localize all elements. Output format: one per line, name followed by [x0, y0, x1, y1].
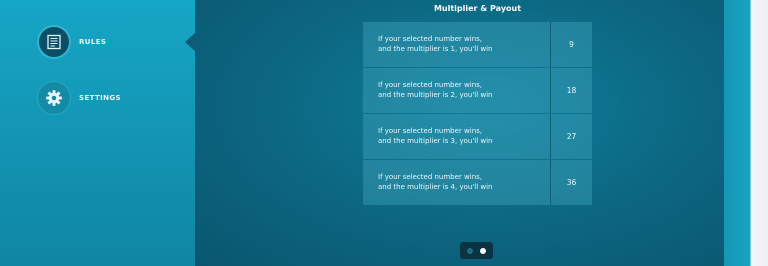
payout-value: 18 [566, 86, 577, 95]
description-line: and the multiplier is 1, you'll win [378, 44, 493, 53]
page-dot-1[interactable] [467, 247, 473, 254]
rules-document-icon [37, 25, 71, 59]
row-description: If your selected number wins, and the mu… [363, 160, 551, 205]
table-row: If your selected number wins, and the mu… [363, 22, 592, 67]
description-line: If your selected number wins, [378, 35, 483, 43]
sidebar: RULES SETTINGS [0, 0, 195, 266]
gear-icon [37, 81, 71, 115]
page-dot-2[interactable] [480, 247, 486, 254]
sidebar-item-rules[interactable]: RULES [37, 25, 106, 59]
description-line: and the multiplier is 2, you'll win [378, 90, 493, 99]
description-line: If your selected number wins, [378, 127, 483, 135]
description-line: and the multiplier is 3, you'll win [378, 136, 493, 145]
selection-pointer [185, 33, 195, 51]
table-row: If your selected number wins, and the mu… [363, 114, 592, 159]
row-description: If your selected number wins, and the mu… [363, 22, 551, 67]
payout-value: 36 [566, 178, 577, 187]
row-description: If your selected number wins, and the mu… [363, 68, 551, 113]
page-title: Multiplier & Payout [433, 4, 522, 13]
table-row: If your selected number wins, and the mu… [363, 160, 592, 205]
payout-value: 27 [566, 132, 577, 141]
table-row: If your selected number wins, and the mu… [363, 68, 592, 113]
row-description: If your selected number wins, and the mu… [363, 114, 551, 159]
page-indicator [460, 242, 493, 259]
sidebar-item-label: RULES [79, 38, 107, 46]
description-line: and the multiplier is 4, you'll win [378, 182, 493, 191]
sidebar-item-label: SETTINGS [79, 94, 121, 102]
payout-value: 9 [569, 40, 574, 49]
edge-strip [724, 0, 768, 266]
sidebar-item-settings[interactable]: SETTINGS [37, 81, 121, 115]
payout-table: If your selected number wins, and the mu… [363, 22, 592, 206]
description-line: If your selected number wins, [378, 81, 483, 89]
description-line: If your selected number wins, [378, 173, 483, 181]
